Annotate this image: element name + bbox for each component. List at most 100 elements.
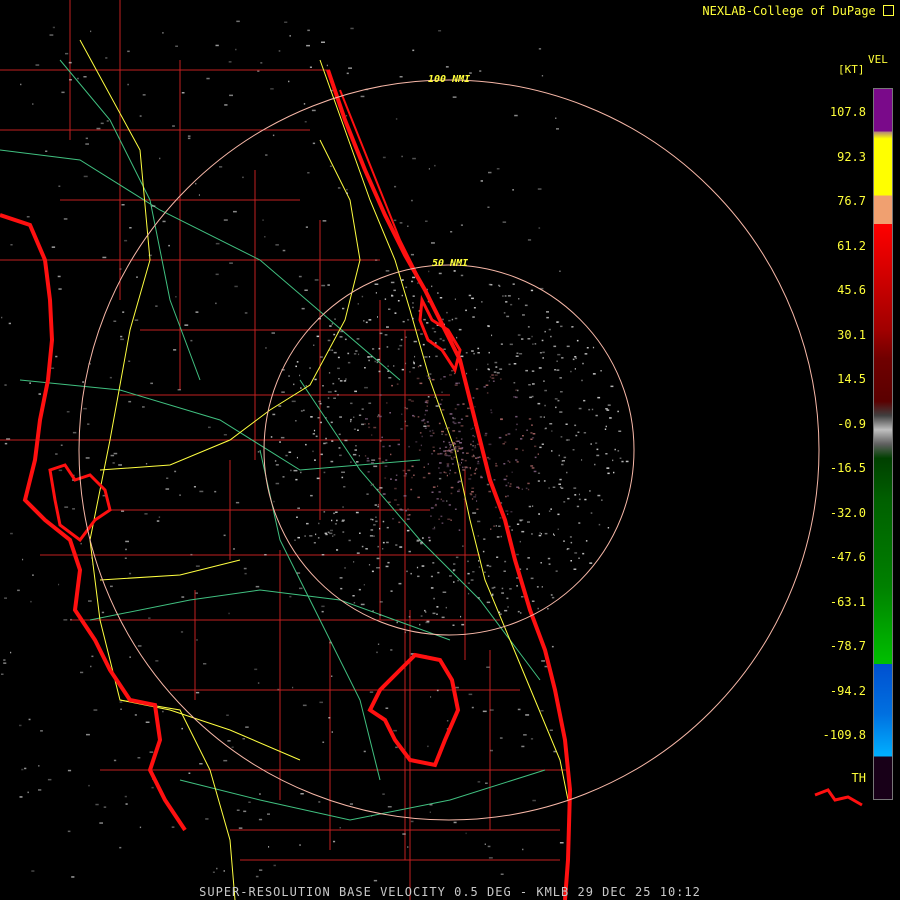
echo-pixel <box>349 803 353 805</box>
echo-pixel <box>410 820 414 823</box>
echo-pixel <box>314 279 319 281</box>
echo-pixel <box>342 531 345 533</box>
colorbar-label: 30.1 <box>837 327 866 342</box>
echo-pixel <box>575 434 578 437</box>
echo-pixel <box>121 204 125 206</box>
echo-pixel <box>99 822 103 824</box>
echo-pixel <box>417 416 420 418</box>
echo-pixel <box>475 468 478 470</box>
echo-pixel <box>306 522 309 525</box>
echo-pixel <box>399 344 403 347</box>
echo-pixel <box>515 428 517 431</box>
echo-pixel <box>452 421 455 423</box>
echo-pixel <box>513 363 517 365</box>
colorbar-label: 92.3 <box>837 149 866 164</box>
echo-pixel <box>17 589 20 592</box>
echo-pixel <box>517 389 519 392</box>
echo-pixel <box>493 479 496 481</box>
echo-pixel <box>507 460 510 462</box>
echo-pixel <box>125 803 128 805</box>
echo-pixel <box>493 586 496 589</box>
echo-pixel <box>578 493 580 496</box>
echo-pixel <box>393 365 395 367</box>
highway-line <box>99 559 241 581</box>
echo-pixel <box>500 418 503 420</box>
echo-pixel <box>618 430 622 432</box>
echo-pixel <box>367 471 370 473</box>
echo-pixel <box>321 554 325 556</box>
echo-pixel <box>537 607 539 610</box>
echo-pixel <box>550 594 553 596</box>
echo-pixel <box>139 115 142 117</box>
echo-pixel <box>424 427 427 429</box>
echo-pixel <box>357 303 359 305</box>
echo-pixel <box>325 442 328 444</box>
echo-pixel <box>365 321 368 324</box>
echo-pixel <box>65 52 69 55</box>
echo-pixel <box>581 459 583 461</box>
echo-pixel <box>329 165 332 167</box>
echo-pixel <box>282 476 285 478</box>
echo-pixel <box>539 532 541 534</box>
echo-pixel <box>272 134 275 137</box>
echo-pixel <box>495 525 497 527</box>
echo-pixel <box>457 579 459 582</box>
echo-pixel <box>450 492 453 495</box>
echo-pixel <box>432 446 435 448</box>
echo-pixel <box>382 548 384 550</box>
echo-pixel <box>544 389 547 392</box>
echo-pixel <box>432 486 436 488</box>
echo-pixel <box>277 688 280 691</box>
echo-pixel <box>142 94 146 96</box>
echo-pixel <box>563 501 566 503</box>
echo-pixel <box>257 682 260 684</box>
echo-pixel <box>384 298 387 300</box>
echo-pixel <box>377 503 379 506</box>
echo-pixel <box>516 352 519 354</box>
echo-pixel <box>70 618 72 621</box>
echo-pixel <box>425 409 428 412</box>
echo-pixel <box>172 125 175 127</box>
echo-pixel <box>166 477 169 479</box>
echo-pixel <box>316 477 320 480</box>
echo-pixel <box>285 454 288 457</box>
echo-pixel <box>596 448 599 451</box>
echo-pixel <box>617 410 619 413</box>
echo-pixel <box>479 70 482 72</box>
echo-pixel <box>569 536 572 538</box>
echo-pixel <box>129 656 131 658</box>
echo-pixel <box>395 544 398 546</box>
echo-pixel <box>390 478 392 480</box>
echo-pixel <box>331 349 334 351</box>
echo-pixel <box>441 616 445 619</box>
colorbar-label: -109.8 <box>822 728 866 742</box>
echo-pixel <box>550 335 552 338</box>
echo-pixel <box>432 562 435 564</box>
echo-pixel <box>516 553 519 556</box>
echo-pixel <box>592 373 596 375</box>
echo-pixel <box>296 456 298 459</box>
echo-pixel <box>335 511 338 513</box>
echo-pixel <box>503 312 506 314</box>
echo-pixel <box>490 411 493 414</box>
echo-pixel <box>328 717 331 719</box>
echo-pixel <box>355 511 359 514</box>
echo-pixel <box>450 451 453 454</box>
echo-pixel <box>491 374 494 376</box>
echo-pixel <box>507 433 511 435</box>
echo-pixel <box>148 617 151 619</box>
echo-pixel <box>60 444 63 446</box>
echo-pixel <box>532 383 535 385</box>
echo-pixel <box>175 45 178 47</box>
echo-pixel <box>507 513 509 515</box>
echo-pixel <box>408 399 412 401</box>
echo-pixel <box>567 548 570 550</box>
echo-pixel <box>49 34 54 36</box>
echo-pixel <box>435 405 439 407</box>
echo-pixel <box>411 465 414 468</box>
echo-pixel <box>573 568 577 570</box>
echo-pixel <box>215 44 219 47</box>
echo-pixel <box>471 498 474 500</box>
echo-pixel <box>440 498 442 501</box>
echo-pixel <box>511 471 513 473</box>
